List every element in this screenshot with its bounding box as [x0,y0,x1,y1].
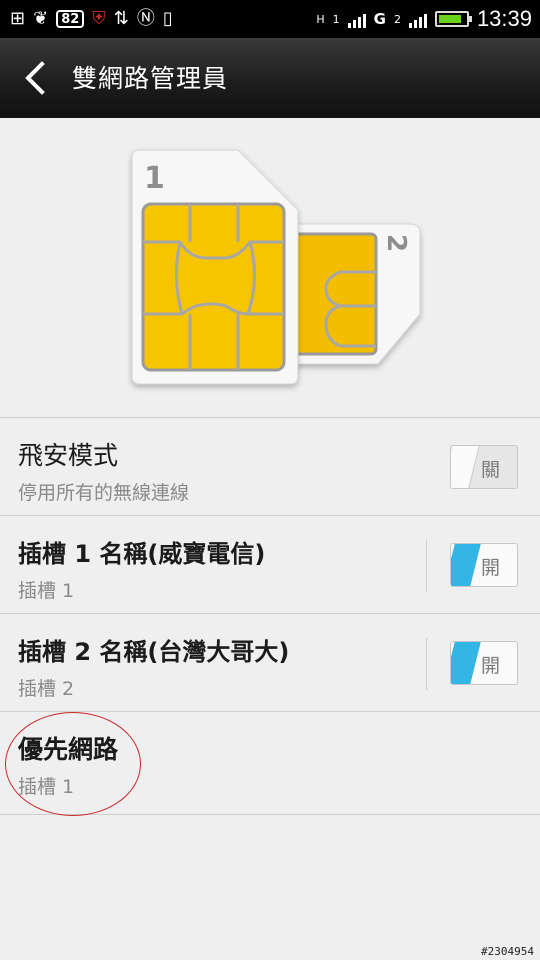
divider [426,540,427,592]
sim1-signal-icon [347,10,366,28]
status-bar: ⊞ ❦ 82 ⛨ ⇅ Ⓝ ▯ H 1 G 2 13:39 [0,0,540,38]
setting-slot-2-name[interactable]: 插槽 2 名稱(台灣大哥大) 插槽 2 開 [0,613,540,711]
action-bar: 雙網路管理員 [0,38,540,118]
toggle-label: 關 [481,459,501,481]
nfc-icon: Ⓝ [136,8,155,29]
network-type-h: H [316,12,325,26]
sim1-signal-label: 1 [332,12,340,26]
airplane-mode-toggle[interactable]: 關 [450,445,518,489]
add-notification-icon: ⊞ [10,8,26,29]
toggle-label: 開 [481,557,501,579]
setting-airplane-mode[interactable]: 飛安模式 停用所有的無線連線 關 [0,417,540,515]
dual-sim-illustration: 2 1 [0,118,540,418]
setting-slot-1-name[interactable]: 插槽 1 名稱(威寶電信) 插槽 1 開 [0,515,540,613]
setting-subtitle: 插槽 1 [18,580,75,602]
watermark: #2304954 [481,945,534,958]
chevron-left-icon [25,61,45,95]
divider [426,638,427,690]
notification-icons: ⊞ ❦ 82 ⛨ ⇅ Ⓝ ▯ [10,6,173,32]
back-button[interactable] [16,58,56,98]
sync-arrows-icon: ⇅ [113,8,129,29]
toggle-label: 開 [481,655,501,677]
vibrate-icon: ▯ [162,8,173,29]
setting-subtitle: 插槽 2 [18,678,75,700]
sim2-chip [286,232,378,356]
leaf-icon: ❦ [33,8,49,29]
setting-title: 插槽 1 名稱(威寶電信) [18,540,266,568]
sim1-chip [141,202,286,372]
notification-count-badge: 82 [56,10,85,28]
system-indicators: H 1 G 2 13:39 [316,6,532,32]
toggle-knob [451,642,481,684]
clock: 13:39 [476,6,532,31]
network-type-g: G [373,10,386,28]
page-title: 雙網路管理員 [72,64,229,93]
sim2-signal-label: 2 [393,12,401,26]
sim1-number: 1 [144,161,165,196]
toggle-knob [451,446,480,488]
setting-subtitle: 停用所有的無線連線 [18,482,190,504]
setting-title: 插槽 2 名稱(台灣大哥大) [18,638,290,666]
setting-title: 飛安模式 [18,441,119,470]
slot-1-toggle[interactable]: 開 [450,543,518,587]
sim2-number: 2 [381,234,411,252]
toggle-knob [451,544,481,586]
battery-icon [434,11,472,27]
sim-cards-icon: 2 1 [131,149,421,385]
shield-icon: ⛨ [92,8,106,29]
red-circle-annotation [5,712,141,816]
sim2-signal-icon [408,10,427,28]
slot-2-toggle[interactable]: 開 [450,641,518,685]
